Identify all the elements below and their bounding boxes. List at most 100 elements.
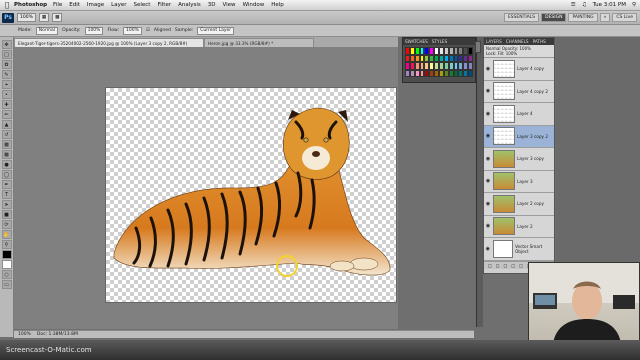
menu-3d[interactable]: 3D (208, 2, 216, 8)
layer-row[interactable]: ◉ Layer 4 copy (484, 58, 554, 81)
gradient-tool-icon[interactable]: ▩ (1, 150, 12, 159)
layer-name[interactable]: Layer 4 copy 2 (517, 89, 548, 94)
volume-icon[interactable]: ♫ (582, 2, 587, 8)
layer-name[interactable]: Layer 2 copy (517, 201, 544, 206)
tab-elegant-tiger[interactable]: Elegant-Tiger-tigers-35204002-2560-1920.… (14, 38, 204, 47)
menu-file[interactable]: File (53, 2, 62, 8)
swatch-cell[interactable] (468, 69, 473, 77)
mode-select[interactable]: Normal (35, 26, 59, 35)
layer-name[interactable]: Layer 3 copy 2 (517, 134, 548, 139)
menu-view[interactable]: View (223, 2, 236, 8)
eyedropper-tool-icon[interactable]: • (1, 90, 12, 99)
tab-styles[interactable]: STYLES (432, 39, 447, 44)
layer-name[interactable]: Layer 3 copy (517, 156, 544, 161)
history-brush-tool-icon[interactable]: ↺ (1, 130, 12, 139)
blur-tool-icon[interactable]: ● (1, 160, 12, 169)
spotlight-icon[interactable]: ⚲ (632, 2, 636, 8)
hand-tool-icon[interactable]: ✋ (1, 230, 12, 239)
swatch-cell[interactable] (468, 62, 473, 70)
menu-edit[interactable]: Edit (69, 2, 80, 8)
layer-row[interactable]: ◉ Layer 4 copy 2 (484, 80, 554, 103)
layer-visibility-eye-icon[interactable]: ◉ (485, 111, 491, 117)
link-layers-icon[interactable]: □ (488, 263, 492, 268)
view-extras-icon[interactable]: ▦ (38, 13, 50, 22)
new-group-icon[interactable]: □ (519, 263, 523, 268)
layer-name[interactable]: Layer 2 (517, 224, 533, 229)
menu-app-name[interactable]: Photoshop (14, 2, 47, 8)
sample-select[interactable]: Current Layer (197, 26, 235, 35)
swatch-grid[interactable] (405, 47, 473, 77)
tab-layers[interactable]: LAYERS (486, 39, 502, 44)
type-tool-icon[interactable]: T (1, 190, 12, 199)
layer-opacity-input[interactable]: 100% (520, 46, 531, 51)
menu-analysis[interactable]: Analysis (178, 2, 201, 8)
layer-name[interactable]: Layer 4 copy (517, 66, 544, 71)
layer-visibility-eye-icon[interactable]: ◉ (485, 201, 491, 207)
zoom-level-select[interactable]: 100% (17, 13, 36, 22)
pen-tool-icon[interactable]: ✒ (1, 180, 12, 189)
lasso-tool-icon[interactable]: ✿ (1, 60, 12, 69)
aligned-checkbox[interactable]: ☑ (146, 28, 150, 33)
fx-icon[interactable]: □ (496, 263, 500, 268)
layer-row[interactable]: ◉ Layer 2 copy (484, 193, 554, 216)
layer-name[interactable]: Vector Smart Object (515, 244, 554, 254)
workspace-painting[interactable]: PAINTING (568, 13, 598, 22)
marquee-tool-icon[interactable]: □ (1, 50, 12, 59)
apple-icon[interactable]:  (0, 1, 14, 9)
quick-select-tool-icon[interactable]: ✎ (1, 70, 12, 79)
layer-name[interactable]: Layer 4 (517, 111, 533, 116)
menu-select[interactable]: Select (134, 2, 151, 8)
workspace-more-icon[interactable]: » (599, 13, 611, 22)
swatch-cell[interactable] (468, 47, 473, 55)
path-select-tool-icon[interactable]: ➤ (1, 200, 12, 209)
layer-fill-input[interactable]: 100% (506, 51, 517, 56)
3d-rotate-tool-icon[interactable]: ⟳ (1, 220, 12, 229)
layer-row[interactable]: ◉ Layer 3 copy 2 (484, 125, 554, 148)
tab-channels[interactable]: CHANNELS (506, 39, 529, 44)
clock[interactable]: Tue 3:01 PM (593, 2, 626, 8)
layer-row[interactable]: ◉ Layer 3 (484, 170, 554, 193)
layer-row[interactable]: ◉ Layer 2 (484, 215, 554, 238)
layer-visibility-eye-icon[interactable]: ◉ (485, 133, 491, 139)
healing-tool-icon[interactable]: ✚ (1, 100, 12, 109)
brush-tool-icon[interactable]: ✏ (1, 110, 12, 119)
background-color-swatch[interactable] (1, 260, 12, 269)
menu-filter[interactable]: Filter (157, 2, 171, 8)
swatch-cell[interactable] (468, 54, 473, 62)
eraser-tool-icon[interactable]: ▩ (1, 140, 12, 149)
shape-tool-icon[interactable]: ■ (1, 210, 12, 219)
image-canvas[interactable] (106, 88, 396, 302)
document-workspace[interactable] (14, 47, 398, 329)
menu-image[interactable]: Image (87, 2, 104, 8)
cs-live-button[interactable]: CS Live (612, 13, 637, 22)
tiger-image[interactable] (106, 88, 396, 302)
opacity-input[interactable]: 100% (84, 26, 104, 35)
foreground-color-swatch[interactable] (1, 250, 12, 259)
layer-visibility-eye-icon[interactable]: ◉ (485, 156, 491, 162)
layer-visibility-eye-icon[interactable]: ◉ (485, 66, 491, 72)
layer-visibility-eye-icon[interactable]: ◉ (485, 178, 491, 184)
arrange-docs-icon[interactable]: ▩ (52, 13, 63, 22)
zoom-tool-icon[interactable]: ⚲ (1, 240, 12, 249)
status-zoom[interactable]: 100% (18, 332, 31, 337)
tab-paths[interactable]: PATHS (533, 39, 546, 44)
tab-swatches[interactable]: SWATCHES (405, 39, 428, 44)
dodge-tool-icon[interactable]: ◯ (1, 170, 12, 179)
workspace-essentials[interactable]: ESSENTIALS (503, 13, 540, 22)
flow-input[interactable]: 100% (123, 26, 142, 35)
adjustment-layer-icon[interactable]: □ (511, 263, 515, 268)
crop-tool-icon[interactable]: ⌖ (1, 80, 12, 89)
panel-collapse-icon[interactable] (475, 41, 481, 53)
layer-row[interactable]: ◉ Layer 4 (484, 103, 554, 126)
layer-visibility-eye-icon[interactable]: ◉ (485, 246, 491, 252)
layer-visibility-eye-icon[interactable]: ◉ (485, 88, 491, 94)
wifi-icon[interactable]: ☰ (571, 2, 576, 8)
quick-mask-icon[interactable]: ○ (1, 270, 12, 279)
move-tool-icon[interactable]: ✥ (1, 40, 12, 49)
layer-name[interactable]: Layer 3 (517, 179, 533, 184)
add-mask-icon[interactable]: □ (504, 263, 508, 268)
menu-layer[interactable]: Layer (111, 2, 126, 8)
tab-heron[interactable]: Heron.jpg @ 33.3% (RGB/8#) * (204, 38, 314, 47)
workspace-design[interactable]: DESIGN (541, 13, 567, 22)
menu-window[interactable]: Window (243, 2, 265, 8)
